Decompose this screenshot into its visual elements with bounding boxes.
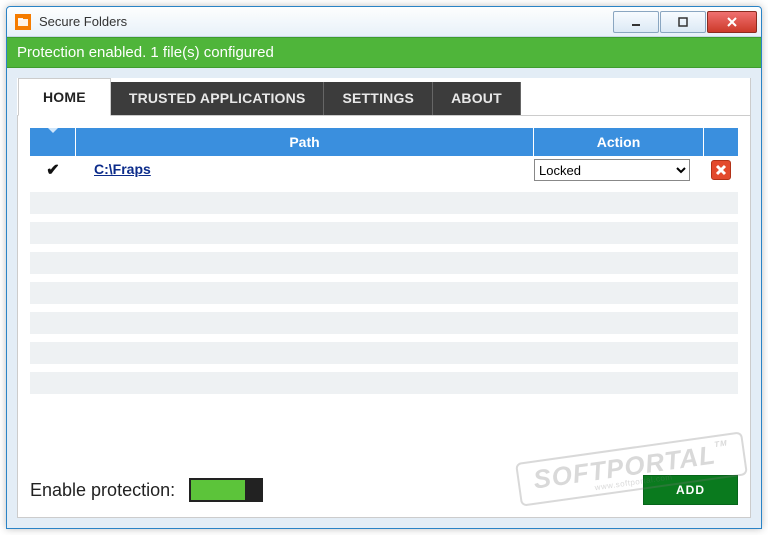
row-path-cell: C:\Fraps xyxy=(76,161,534,179)
grid-body: ✔ C:\Fraps Locked xyxy=(30,156,738,394)
enable-protection-label: Enable protection: xyxy=(30,480,175,501)
empty-row xyxy=(30,252,738,274)
empty-row xyxy=(30,192,738,214)
tab-settings[interactable]: SETTINGS xyxy=(324,82,433,115)
header-action[interactable]: Action xyxy=(534,128,704,156)
app-icon xyxy=(15,14,31,30)
empty-row xyxy=(30,312,738,334)
action-select[interactable]: Locked xyxy=(534,159,690,181)
row-checkbox[interactable]: ✔ xyxy=(44,161,62,179)
enable-protection-toggle[interactable] xyxy=(189,478,263,502)
table-row: ✔ C:\Fraps Locked xyxy=(30,156,738,184)
empty-row xyxy=(30,372,738,394)
tab-about[interactable]: ABOUT xyxy=(433,82,521,115)
window-controls xyxy=(613,11,757,33)
grid-header: Path Action xyxy=(30,128,738,156)
toggle-off-segment xyxy=(245,480,261,500)
footer-bar: Enable protection: ADD xyxy=(18,465,750,517)
header-check-column[interactable] xyxy=(30,128,76,156)
window-title: Secure Folders xyxy=(39,14,613,29)
tab-home[interactable]: HOME xyxy=(18,78,111,116)
empty-row xyxy=(30,342,738,364)
minimize-button[interactable] xyxy=(613,11,659,33)
tab-trusted-applications[interactable]: TRUSTED APPLICATIONS xyxy=(111,82,325,115)
status-bar: Protection enabled. 1 file(s) configured xyxy=(7,37,761,68)
empty-row xyxy=(30,222,738,244)
header-path[interactable]: Path xyxy=(76,128,534,156)
x-icon xyxy=(715,164,727,176)
tab-strip: HOME TRUSTED APPLICATIONS SETTINGS ABOUT xyxy=(17,78,750,116)
close-icon xyxy=(726,16,738,28)
minimize-icon xyxy=(630,16,642,28)
row-action-cell: Locked xyxy=(534,159,704,181)
row-checkbox-cell: ✔ xyxy=(30,161,76,179)
path-link[interactable]: C:\Fraps xyxy=(94,161,151,177)
titlebar: Secure Folders xyxy=(7,7,761,37)
maximize-button[interactable] xyxy=(660,11,706,33)
status-text: Protection enabled. 1 file(s) configured xyxy=(17,44,274,61)
grid: Path Action ✔ C:\Fraps Lo xyxy=(18,116,750,465)
content-outer: HOME TRUSTED APPLICATIONS SETTINGS ABOUT… xyxy=(7,68,761,528)
maximize-icon xyxy=(677,16,689,28)
row-delete-cell xyxy=(704,160,738,180)
content-panel: HOME TRUSTED APPLICATIONS SETTINGS ABOUT… xyxy=(17,78,751,518)
toggle-on-segment xyxy=(191,480,245,500)
delete-row-button[interactable] xyxy=(711,160,731,180)
add-button[interactable]: ADD xyxy=(643,475,738,505)
close-button[interactable] xyxy=(707,11,757,33)
header-delete-column xyxy=(704,128,738,156)
empty-row xyxy=(30,282,738,304)
app-window: Secure Folders Protection enabled. 1 fil… xyxy=(6,6,762,529)
sort-indicator-icon xyxy=(48,128,58,133)
